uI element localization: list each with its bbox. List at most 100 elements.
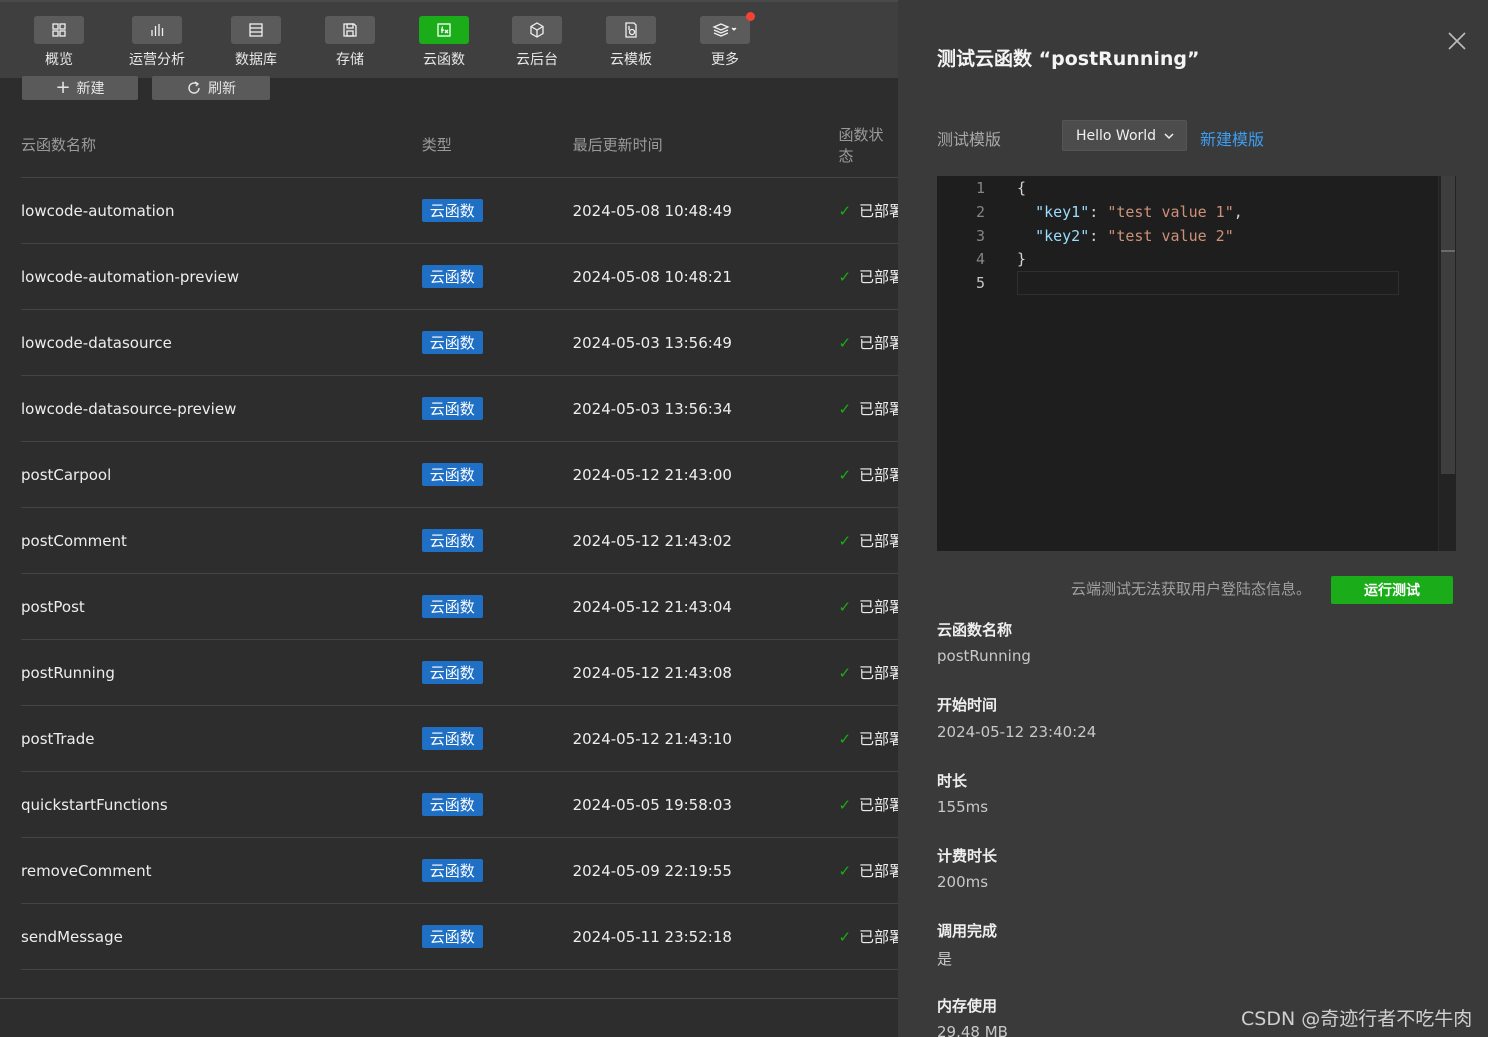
nav-item-cloud-backend[interactable]: 云后台 [497, 16, 577, 69]
check-icon: ✓ [838, 333, 852, 352]
drawer-title: 测试云函数 “postRunning” [937, 48, 1200, 70]
nav-button-more[interactable] [700, 12, 755, 44]
status-text: 已部署 [859, 598, 898, 616]
table-row[interactable]: lowcode-datasource-preview 云函数 2024-05-03 … [21, 376, 898, 442]
table-row[interactable]: quickstartFunctions 云函数 2024-05-05 19:58:0… [21, 772, 898, 838]
template-select-value: Hello World [1076, 127, 1157, 144]
result-value-function-name: postRunning [937, 647, 1031, 665]
nav-button-database[interactable] [231, 16, 281, 44]
table-row[interactable]: postPost 云函数 2024-05-12 21:43:04 ✓ 已部署 [21, 574, 898, 640]
function-name[interactable]: postRunning [21, 664, 422, 682]
header-updated[interactable]: 最后更新时间 [573, 134, 839, 155]
type-badge: 云函数 [421, 463, 483, 486]
editor-scrollbar[interactable] [1438, 176, 1456, 551]
function-type: 云函数 [421, 661, 573, 684]
database-icon [249, 23, 263, 37]
header-name[interactable]: 云函数名称 [21, 134, 422, 155]
nav-item-cloud-template[interactable]: 云模板 [591, 16, 671, 69]
nav-button-storage[interactable] [325, 16, 375, 44]
nav-item-analytics[interactable]: 运营分析 [117, 16, 197, 69]
nav-item-more[interactable]: 更多 [685, 12, 765, 69]
function-name[interactable]: lowcode-datasource [21, 334, 422, 352]
function-status: ✓ 已部署 [838, 398, 898, 419]
nav-item-overview[interactable]: 概览 [19, 16, 99, 69]
function-status: ✓ 已部署 [838, 464, 898, 485]
status-text: 已部署 [859, 730, 898, 748]
table-row[interactable]: lowcode-automation-preview 云函数 2024-05-08 … [21, 244, 898, 310]
cube-icon [530, 22, 544, 38]
nav-button-cloud-function[interactable] [419, 16, 469, 44]
code-line: } [1017, 247, 1026, 271]
function-type: 云函数 [421, 595, 573, 618]
new-button[interactable]: + 新建 [22, 76, 138, 100]
status-text: 已部署 [859, 268, 898, 286]
function-type: 云函数 [421, 793, 573, 816]
template-select[interactable]: Hello World [1062, 120, 1187, 151]
type-badge: 云函数 [421, 595, 483, 618]
function-status: ✓ 已部署 [838, 860, 898, 881]
nav-label: 云模板 [610, 52, 652, 68]
function-type: 云函数 [421, 265, 573, 288]
function-type: 云函数 [421, 463, 573, 486]
table-row[interactable]: postRunning 云函数 2024-05-12 21:43:08 ✓ 已部署 [21, 640, 898, 706]
nav-button-cloud-backend[interactable] [512, 16, 562, 44]
new-template-link[interactable]: 新建模版 [1200, 126, 1264, 150]
type-badge: 云函数 [421, 265, 483, 288]
table-row[interactable]: removeComment 云函数 2024-05-09 22:19:55 ✓ 已部署 [21, 838, 898, 904]
table-row[interactable]: sendMessage 云函数 2024-05-11 23:52:18 ✓ 已部署 [21, 904, 898, 970]
table-row[interactable]: postComment 云函数 2024-05-12 21:43:02 ✓ 已部署 [21, 508, 898, 574]
table-row[interactable]: lowcode-automation 云函数 2024-05-08 10:48:49… [21, 178, 898, 244]
refresh-button-label: 刷新 [208, 81, 236, 97]
function-name[interactable]: sendMessage [21, 928, 422, 946]
cloud-test-tip: 云端测试无法获取用户登陆态信息。 [1071, 580, 1312, 598]
nav-button-cloud-template[interactable] [606, 16, 656, 44]
bottom-bar [0, 998, 898, 1037]
template-label: 测试模版 [937, 130, 1002, 149]
function-name[interactable]: lowcode-automation [21, 202, 422, 220]
function-name[interactable]: postTrade [21, 730, 422, 748]
code-editor[interactable]: 1 2 3 4 5 { "key1": "test value 1", "key… [937, 176, 1456, 551]
table-row[interactable]: lowcode-datasource 云函数 2024-05-03 13:56:49… [21, 310, 898, 376]
header-type[interactable]: 类型 [422, 134, 573, 155]
nav-item-storage[interactable]: 存储 [310, 16, 390, 69]
function-updated-time: 2024-05-08 10:48:21 [572, 267, 732, 286]
function-name[interactable]: postCarpool [21, 466, 422, 484]
result-value-invocation-complete: 是 [937, 950, 953, 968]
function-table: 云函数名称 类型 最后更新时间 函数状态 lowcode-automation 云… [21, 112, 898, 970]
nav-button-overview[interactable] [34, 16, 84, 44]
table-row[interactable]: postTrade 云函数 2024-05-12 21:43:10 ✓ 已部署 [21, 706, 898, 772]
status-text: 已部署 [859, 334, 898, 352]
result-label-memory: 内存使用 [937, 997, 998, 1015]
function-status: ✓ 已部署 [838, 530, 898, 551]
function-name[interactable]: removeComment [21, 862, 422, 880]
status-text: 已部署 [859, 664, 898, 682]
close-icon[interactable] [1446, 30, 1468, 52]
function-name[interactable]: postComment [21, 532, 422, 550]
function-updated-time: 2024-05-12 21:43:00 [572, 465, 732, 484]
function-status: ✓ 已部署 [838, 728, 898, 749]
nav-label: 云函数 [423, 52, 465, 68]
table-row[interactable]: postCarpool 云函数 2024-05-12 21:43:00 ✓ 已部署 [21, 442, 898, 508]
result-label-invocation-complete: 调用完成 [937, 922, 998, 940]
function-name[interactable]: lowcode-datasource-preview [21, 400, 422, 418]
nav-item-cloud-function[interactable]: 云函数 [404, 16, 484, 69]
function-status: ✓ 已部署 [838, 926, 898, 947]
refresh-button[interactable]: 刷新 [152, 76, 270, 100]
function-updated-time: 2024-05-03 13:56:34 [572, 399, 732, 418]
editor-scrollbar-thumb[interactable] [1441, 176, 1455, 474]
function-name[interactable]: quickstartFunctions [21, 796, 422, 814]
function-name[interactable]: postPost [21, 598, 422, 616]
nav-button-analytics[interactable] [132, 16, 182, 44]
storage-icon [343, 23, 357, 37]
run-test-button[interactable]: 运行测试 [1331, 576, 1453, 604]
check-icon: ✓ [838, 531, 852, 550]
table-header: 云函数名称 类型 最后更新时间 函数状态 [21, 112, 898, 178]
header-status[interactable]: 函数状态 [838, 124, 898, 166]
result-label-billed-duration: 计费时长 [937, 847, 998, 865]
nav-item-database[interactable]: 数据库 [216, 16, 296, 69]
function-updated-time: 2024-05-05 19:58:03 [572, 795, 732, 814]
function-type: 云函数 [421, 199, 573, 222]
function-name[interactable]: lowcode-automation-preview [21, 268, 422, 286]
function-type: 云函数 [421, 331, 573, 354]
status-text: 已部署 [859, 796, 898, 814]
